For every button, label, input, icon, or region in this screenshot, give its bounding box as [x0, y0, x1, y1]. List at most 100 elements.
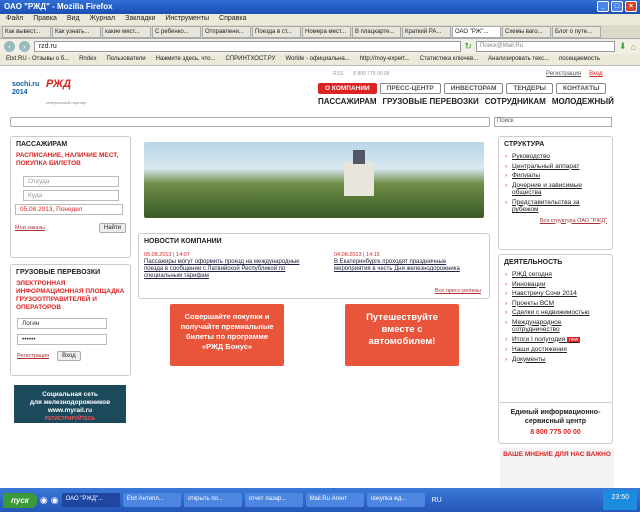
- church-image: [344, 150, 374, 196]
- activity-item[interactable]: Сделки с недвижимостью: [504, 308, 607, 318]
- url-bar[interactable]: rzd.ru: [33, 41, 461, 52]
- find-button[interactable]: Найти: [98, 223, 126, 233]
- activity-item[interactable]: Инновации: [504, 280, 607, 290]
- nav-tenders[interactable]: ТЕНДЕРЫ: [506, 83, 554, 94]
- news-text[interactable]: Пассажиры могут оформить проезд на между…: [144, 259, 314, 280]
- nav-press[interactable]: ПРЕСС-ЦЕНТР: [379, 83, 441, 94]
- activity-item[interactable]: Международное сотрудничество: [504, 318, 607, 335]
- taskbar-item[interactable]: ОАО "РЖД"...: [61, 493, 120, 507]
- taskbar-item[interactable]: отчет лазар...: [244, 493, 303, 507]
- browser-search-input[interactable]: Поиск@Mail.Ru: [476, 41, 615, 52]
- bookmark-item[interactable]: http://moy-expert...: [360, 56, 410, 63]
- to-input[interactable]: Куда: [23, 190, 119, 201]
- browser-tab[interactable]: какие мест...: [102, 26, 151, 38]
- login-link[interactable]: Вход: [589, 71, 603, 77]
- activity-item[interactable]: РЖД сегодня: [504, 270, 607, 280]
- bookmark-item[interactable]: СПРИНТХОСТ.РУ: [226, 56, 276, 63]
- minimize-button[interactable]: _: [597, 1, 609, 12]
- site-search-input[interactable]: Поиск: [494, 117, 612, 127]
- bookmark-item[interactable]: Нажмите здесь, что...: [156, 56, 216, 63]
- menu-edit[interactable]: Правка: [33, 15, 57, 24]
- structure-item[interactable]: Представительства за рубежом: [504, 198, 607, 215]
- news-item[interactable]: 05.08.2013 | 14:07 Пассажиры могут оформ…: [144, 252, 314, 280]
- activity-item[interactable]: Наши достижения: [504, 345, 607, 355]
- menu-file[interactable]: Файл: [6, 15, 23, 24]
- language-indicator[interactable]: RU: [432, 497, 442, 504]
- news-item[interactable]: 04.08.2013 | 14:15 В Екатеринбурге прохо…: [334, 252, 484, 273]
- feedback-banner[interactable]: ВАШЕ МНЕНИЕ ДЛЯ НАС ВАЖНО: [500, 448, 614, 488]
- bookmark-item[interactable]: Worlde - официальна...: [285, 56, 349, 63]
- cargo-register-link[interactable]: Регистрация: [17, 353, 49, 359]
- browser-tab[interactable]: С ребенко...: [152, 26, 201, 38]
- rss-link[interactable]: RSS: [333, 71, 343, 77]
- browser-tab[interactable]: Схемы ваго...: [502, 26, 551, 38]
- date-input[interactable]: 05.08.2013, Понедел: [15, 204, 123, 215]
- download-icon[interactable]: ⬇: [619, 41, 627, 52]
- site-search-bar[interactable]: [10, 117, 490, 127]
- social-network-banner[interactable]: Социальная сеть для железнодорожников ww…: [14, 385, 126, 423]
- menu-tools[interactable]: Инструменты: [165, 15, 209, 24]
- register-link[interactable]: Регистрация: [546, 71, 581, 77]
- close-button[interactable]: ×: [625, 1, 637, 12]
- structure-item[interactable]: Филиалы: [504, 171, 607, 181]
- browser-tab[interactable]: Отправлени...: [202, 26, 251, 38]
- nav-cargo[interactable]: ГРУЗОВЫЕ ПЕРЕВОЗКИ: [383, 97, 479, 106]
- forward-icon[interactable]: ›: [18, 41, 30, 52]
- home-icon[interactable]: ⌂: [631, 42, 636, 52]
- bonus-promo-banner[interactable]: Совершайте покупки и получайте премиальн…: [170, 304, 284, 366]
- taskbar-item[interactable]: покупка жд...: [366, 493, 425, 507]
- nav-investors[interactable]: ИНВЕСТОРАМ: [443, 83, 504, 94]
- start-button[interactable]: пуск: [3, 492, 37, 508]
- activity-item[interactable]: Итоги I полугодия new: [504, 335, 607, 346]
- bookmark-item[interactable]: Статистика ключев...: [420, 56, 478, 63]
- browser-tab[interactable]: Блог о путе...: [552, 26, 601, 38]
- nav-youth[interactable]: МОЛОДЕЖНЫЙ: [552, 97, 614, 106]
- password-input[interactable]: ••••••: [17, 334, 107, 345]
- nav-about[interactable]: О КОМПАНИИ: [318, 83, 377, 94]
- news-text[interactable]: В Екатеринбурге проходят праздничные мер…: [334, 259, 484, 273]
- activity-item[interactable]: Проекты ВСМ: [504, 299, 607, 309]
- structure-item[interactable]: Дочерние и зависимые общества: [504, 181, 607, 198]
- browser-tab[interactable]: Как узнать...: [52, 26, 101, 38]
- bookmark-item[interactable]: посещаемость: [559, 56, 600, 63]
- bookmark-item[interactable]: Etxt.RU - Отзывы о б...: [6, 56, 69, 63]
- nav-employees[interactable]: СОТРУДНИКАМ: [485, 97, 546, 106]
- browser-tab-active[interactable]: ОАО "РЖ"...: [452, 26, 501, 38]
- os-taskbar: пуск ◉ ◉ ОАО "РЖД"... Etxt Антипл... отк…: [0, 488, 640, 512]
- taskbar-item[interactable]: открыть по...: [183, 493, 242, 507]
- activity-item[interactable]: Документы: [504, 355, 607, 365]
- taskbar-item[interactable]: Etxt Антипл...: [122, 493, 181, 507]
- quicklaunch-icon[interactable]: ◉: [40, 495, 48, 506]
- quicklaunch-icon[interactable]: ◉: [51, 495, 59, 506]
- menu-view[interactable]: Вид: [67, 15, 80, 24]
- from-input[interactable]: Откуда: [23, 176, 119, 187]
- all-structure-link[interactable]: Вся структура ОАО "РЖД": [499, 215, 612, 227]
- browser-tab[interactable]: Как вывест...: [2, 26, 51, 38]
- my-orders-link[interactable]: Мои заказы: [15, 225, 45, 231]
- browser-tab[interactable]: Номера мест...: [302, 26, 351, 38]
- bookmark-item[interactable]: Пользователи: [106, 56, 145, 63]
- login-input[interactable]: Логин: [17, 318, 107, 329]
- structure-item[interactable]: Центральный аппарат: [504, 162, 607, 172]
- reload-icon[interactable]: ↻: [465, 41, 473, 52]
- menu-help[interactable]: Справка: [219, 15, 246, 24]
- nav-contacts[interactable]: КОНТАКТЫ: [556, 83, 607, 94]
- menu-bookmarks[interactable]: Закладки: [125, 15, 155, 24]
- cargo-login-button[interactable]: Вход: [57, 351, 81, 361]
- bookmark-item[interactable]: Анализировать текс...: [488, 56, 549, 63]
- activity-item[interactable]: Навстречу Сочи 2014: [504, 289, 607, 299]
- taskbar-item[interactable]: Mail.Ru Агент: [305, 493, 364, 507]
- site-logo[interactable]: sochi.ru 2014 РЖД генеральный партнер: [12, 78, 86, 105]
- nav-passengers[interactable]: ПАССАЖИРАМ: [318, 97, 377, 106]
- browser-tab[interactable]: Краткий РА...: [402, 26, 451, 38]
- maximize-button[interactable]: □: [611, 1, 623, 12]
- web-page: sochi.ru 2014 РЖД генеральный партнер RS…: [0, 66, 640, 488]
- browser-tab[interactable]: Поезда в ст...: [252, 26, 301, 38]
- menu-history[interactable]: Журнал: [90, 15, 116, 24]
- structure-item[interactable]: Руководство: [504, 152, 607, 162]
- all-press-link[interactable]: Все пресс-релизы: [435, 288, 481, 294]
- bookmark-item[interactable]: Rndex: [79, 56, 96, 63]
- car-promo-banner[interactable]: Путешествуйте вместе с автомобилем!: [345, 304, 459, 366]
- back-icon[interactable]: ‹: [4, 41, 15, 52]
- browser-tab[interactable]: В плацкарте...: [352, 26, 401, 38]
